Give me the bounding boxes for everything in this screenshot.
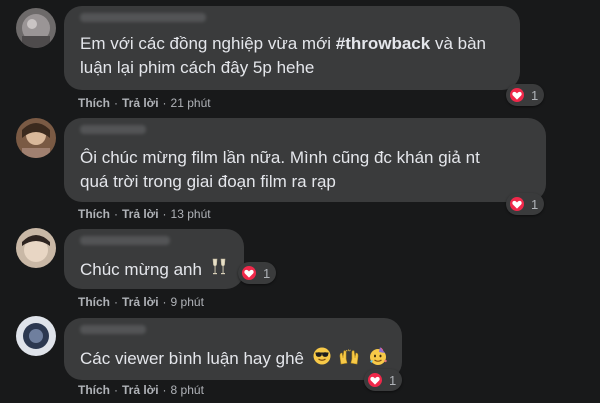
author-name[interactable]: [80, 236, 170, 245]
love-reaction-icon: [366, 371, 384, 389]
timestamp[interactable]: 13 phút: [171, 207, 211, 221]
comment-bubble: Ôi chúc mừng film lần nữa. Mình cũng đc …: [64, 118, 546, 202]
reply-button[interactable]: Trả lời: [122, 207, 159, 221]
separator: ·: [162, 383, 167, 397]
separator: ·: [162, 207, 167, 221]
reactions-badge[interactable]: 1: [506, 84, 545, 106]
comment-text-line-1: Em với các đồng nghiệp vừa mới #throwbac…: [80, 32, 486, 56]
comment-actions: Thích · Trả lời · 13 phút: [78, 207, 211, 221]
reply-button[interactable]: Trả lời: [122, 295, 159, 309]
like-button[interactable]: Thích: [78, 383, 110, 397]
hashtag-link[interactable]: #throwback: [336, 34, 430, 53]
reactions-badge[interactable]: 1: [238, 262, 277, 284]
comment-text-line-1: Chúc mừng anh: [80, 258, 227, 283]
avatar[interactable]: [16, 228, 56, 268]
like-button[interactable]: Thích: [78, 96, 110, 110]
comment-actions: Thích · Trả lời · 21 phút: [78, 96, 211, 110]
love-reaction-icon: [508, 86, 526, 104]
reaction-count: 1: [263, 265, 271, 281]
reaction-count: 1: [531, 196, 539, 212]
clinking-glasses-icon: [211, 258, 227, 283]
love-reaction-icon: [240, 264, 258, 282]
comment-actions: Thích · Trả lời · 9 phút: [78, 295, 204, 309]
comment-bubble: Chúc mừng anh: [64, 229, 244, 289]
reaction-count: 1: [389, 372, 397, 388]
comment-text-line-2: quá trời trong giai đoạn film ra rạp: [80, 172, 336, 191]
separator: ·: [114, 207, 118, 221]
separator: ·: [162, 295, 167, 309]
sunglasses-face-icon: [313, 347, 331, 372]
comment-text-line-2: luận lại phim cách đây 5p hehe: [80, 58, 315, 77]
reactions-badge[interactable]: 1: [364, 369, 403, 391]
reactions-badge[interactable]: 1: [506, 193, 545, 215]
like-button[interactable]: Thích: [78, 295, 110, 309]
comment-bubble: Các viewer bình luận hay ghê: [64, 318, 402, 380]
comment-text: Các viewer bình luận hay ghê: [80, 348, 304, 368]
like-button[interactable]: Thích: [78, 207, 110, 221]
author-name[interactable]: [80, 125, 146, 134]
avatar[interactable]: [16, 8, 56, 48]
comment-text: Chúc mừng anh: [80, 260, 202, 279]
love-reaction-icon: [508, 195, 526, 213]
reply-button[interactable]: Trả lời: [122, 96, 159, 110]
timestamp[interactable]: 21 phút: [171, 96, 211, 110]
comment-text-line-1: Các viewer bình luận hay ghê: [80, 346, 388, 373]
avatar[interactable]: [16, 118, 56, 158]
raising-hands-icon: [339, 348, 359, 372]
comment-text-line-1: Ôi chúc mừng film lần nữa. Mình cũng đc …: [80, 148, 480, 167]
separator: ·: [162, 96, 167, 110]
comment-bubble: Em với các đồng nghiệp vừa mới #throwbac…: [64, 6, 520, 90]
author-name[interactable]: [80, 325, 146, 334]
author-name[interactable]: [80, 13, 206, 22]
reaction-count: 1: [531, 87, 539, 103]
reply-button[interactable]: Trả lời: [122, 383, 159, 397]
separator: ·: [114, 96, 118, 110]
comment-text: và bàn: [430, 34, 486, 53]
timestamp[interactable]: 9 phút: [171, 295, 204, 309]
separator: ·: [114, 295, 118, 309]
comment-text: Em với các đồng nghiệp vừa mới: [80, 34, 336, 53]
timestamp[interactable]: 8 phút: [171, 383, 204, 397]
separator: ·: [114, 383, 118, 397]
comment-actions: Thích · Trả lời · 8 phút: [78, 383, 204, 397]
avatar[interactable]: [16, 316, 56, 356]
